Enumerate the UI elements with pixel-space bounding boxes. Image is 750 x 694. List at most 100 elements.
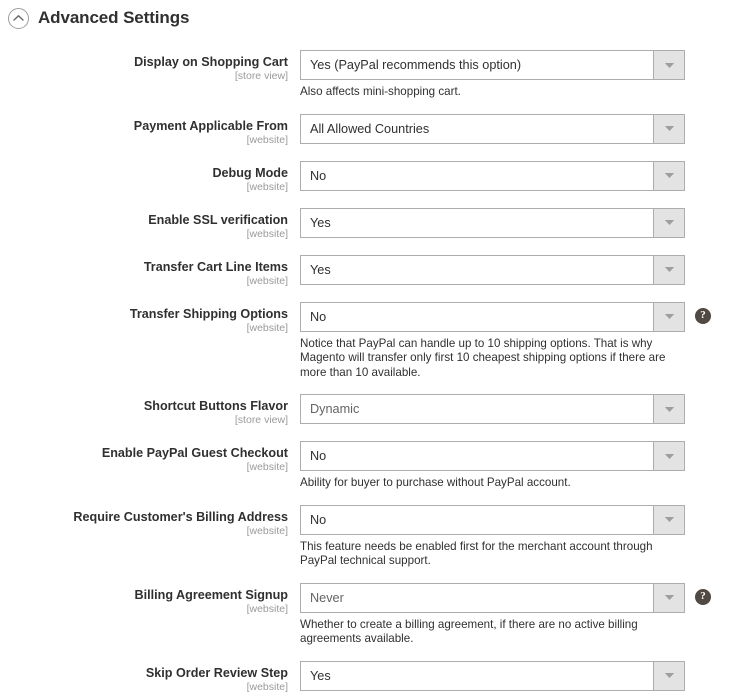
field-note: Whether to create a billing agreement, i… bbox=[300, 617, 638, 646]
field-label-text: Skip Order Review Step bbox=[145, 665, 288, 680]
field-label-text: Enable PayPal Guest Checkout bbox=[101, 446, 288, 460]
field-label-text: Display on Shopping Cart bbox=[134, 55, 288, 69]
select-value: All Allowed Countries bbox=[310, 121, 430, 136]
chevron-down-icon[interactable] bbox=[653, 114, 684, 143]
field-control: No? Notice that PayPal can handle up to 1… bbox=[300, 301, 750, 381]
select-enable-ssl-verification[interactable]: Yes bbox=[300, 207, 685, 238]
chevron-down-icon[interactable] bbox=[653, 505, 684, 534]
chevron-down-icon[interactable] bbox=[653, 51, 684, 79]
field-note: Also affects mini-shopping cart. bbox=[300, 85, 461, 98]
field-label-text: Shortcut Buttons Flavor bbox=[143, 399, 288, 413]
field-label: Require Customer's Billing Address [websi… bbox=[0, 505, 300, 538]
field-scope-label: [website] bbox=[246, 227, 288, 240]
select-value: No bbox=[310, 309, 327, 324]
field-label-text: Transfer Cart Line Items bbox=[143, 259, 288, 274]
field-control: Yes bbox=[300, 660, 750, 691]
advanced-settings-header[interactable]: Advanced Settings bbox=[0, 0, 750, 31]
select-value: Yes bbox=[310, 215, 331, 230]
field-control: Yes (PayPal recommends this option) Also … bbox=[300, 50, 750, 100]
field-note: Ability for buyer to purchase without Pa… bbox=[300, 476, 571, 489]
select-value: Never bbox=[310, 590, 344, 605]
field-scope-label: [website] bbox=[246, 524, 288, 537]
form-row: Enable PayPal Guest Checkout [website] No A… bbox=[0, 441, 750, 491]
field-label: Enable SSL verification [website] bbox=[0, 208, 300, 241]
field-scope-label: [website] bbox=[246, 461, 288, 473]
field-label: Shortcut Buttons Flavor [store view] bbox=[0, 394, 300, 427]
select-value: No bbox=[310, 168, 327, 183]
select-debug-mode[interactable]: No bbox=[300, 160, 685, 191]
field-control: No This feature needs be enabled first fo… bbox=[300, 504, 750, 569]
field-label-text: Billing Agreement Signup bbox=[134, 587, 288, 602]
select-value: No bbox=[310, 512, 327, 527]
help-glyph: ? bbox=[700, 589, 706, 602]
select-value: Dynamic bbox=[310, 402, 360, 416]
field-scope-label: [store view] bbox=[234, 414, 288, 426]
form-row: Display on Shopping Cart [store view] Yes … bbox=[0, 50, 750, 100]
chevron-down-icon[interactable] bbox=[653, 255, 684, 284]
select-billing-agreement-signup[interactable]: Never bbox=[300, 582, 685, 613]
field-scope-label: [website] bbox=[246, 180, 288, 193]
field-label: Transfer Shipping Options [website] bbox=[0, 302, 300, 335]
select-require-customer-s-billing-address[interactable]: No bbox=[300, 504, 685, 535]
form-row: Transfer Cart Line Items [website] Yes bbox=[0, 254, 750, 288]
form-row: Enable SSL verification [website] Yes bbox=[0, 207, 750, 241]
field-note: Notice that PayPal can handle up to 10 s… bbox=[300, 336, 666, 379]
field-scope-label: [store view] bbox=[234, 70, 288, 82]
form-row: Payment Applicable From [website] All Allo… bbox=[0, 113, 750, 147]
field-label-text: Enable SSL verification bbox=[148, 212, 288, 227]
field-scope-label: [website] bbox=[246, 133, 288, 146]
select-transfer-cart-line-items[interactable]: Yes bbox=[300, 254, 685, 285]
select-display-on-shopping-cart[interactable]: Yes (PayPal recommends this option) bbox=[300, 50, 685, 80]
field-label: Debug Mode [website] bbox=[0, 161, 300, 194]
field-control: Dynamic bbox=[300, 394, 750, 424]
field-control: All Allowed Countries bbox=[300, 113, 750, 144]
select-enable-paypal-guest-checkout[interactable]: No bbox=[300, 441, 685, 471]
chevron-down-icon[interactable] bbox=[653, 661, 684, 690]
field-control: Yes bbox=[300, 254, 750, 285]
field-label: Payment Applicable From [website] bbox=[0, 114, 300, 147]
select-value: Yes bbox=[310, 262, 331, 277]
field-scope-label: [website] bbox=[246, 602, 288, 615]
field-scope-label: [website] bbox=[246, 680, 288, 693]
chevron-down-icon[interactable] bbox=[653, 161, 684, 190]
chevron-down-icon[interactable] bbox=[653, 395, 684, 423]
form-row: Billing Agreement Signup [website] Never? W… bbox=[0, 582, 750, 647]
select-skip-order-review-step[interactable]: Yes bbox=[300, 660, 685, 691]
help-circle-icon[interactable]: ? bbox=[695, 588, 711, 605]
chevron-down-icon[interactable] bbox=[653, 583, 684, 612]
page-title: Advanced Settings bbox=[38, 8, 190, 27]
select-payment-applicable-from[interactable]: All Allowed Countries bbox=[300, 113, 685, 144]
help-glyph: ? bbox=[700, 308, 706, 321]
field-label: Skip Order Review Step [website] bbox=[0, 661, 300, 694]
field-label: Display on Shopping Cart [store view] bbox=[0, 50, 300, 83]
chevron-down-icon[interactable] bbox=[653, 208, 684, 237]
advanced-settings-form: Display on Shopping Cart [store view] Yes … bbox=[0, 31, 750, 694]
field-control: No bbox=[300, 160, 750, 191]
field-label: Transfer Cart Line Items [website] bbox=[0, 255, 300, 288]
field-label-text: Debug Mode bbox=[212, 165, 288, 180]
chevron-up-circle-icon[interactable] bbox=[8, 7, 29, 29]
select-shortcut-buttons-flavor[interactable]: Dynamic bbox=[300, 394, 685, 424]
field-control: Yes bbox=[300, 207, 750, 238]
form-row: Debug Mode [website] No bbox=[0, 160, 750, 194]
field-label-text: Payment Applicable From bbox=[133, 118, 288, 133]
select-value: Yes (PayPal recommends this option) bbox=[310, 58, 522, 72]
form-row: Skip Order Review Step [website] Yes bbox=[0, 660, 750, 694]
chevron-down-icon[interactable] bbox=[653, 442, 684, 470]
field-note: This feature needs be enabled first for … bbox=[300, 539, 653, 568]
field-control: No Ability for buyer to purchase without … bbox=[300, 441, 750, 491]
field-label: Enable PayPal Guest Checkout [website] bbox=[0, 441, 300, 474]
chevron-down-icon[interactable] bbox=[653, 302, 684, 331]
form-row: Require Customer's Billing Address [websi… bbox=[0, 504, 750, 569]
select-transfer-shipping-options[interactable]: No bbox=[300, 301, 685, 332]
field-scope-label: [website] bbox=[246, 321, 288, 334]
field-scope-label: [website] bbox=[246, 274, 288, 287]
help-circle-icon[interactable]: ? bbox=[695, 307, 711, 324]
select-value: Yes bbox=[310, 668, 331, 683]
field-label-text: Require Customer's Billing Address bbox=[73, 509, 288, 524]
form-row: Shortcut Buttons Flavor [store view] Dynam… bbox=[0, 394, 750, 427]
select-value: No bbox=[310, 449, 327, 463]
form-row: Transfer Shipping Options [website] No? Not… bbox=[0, 301, 750, 381]
field-control: Never? Whether to create a billing agreem… bbox=[300, 582, 750, 647]
field-label-text: Transfer Shipping Options bbox=[129, 306, 288, 321]
